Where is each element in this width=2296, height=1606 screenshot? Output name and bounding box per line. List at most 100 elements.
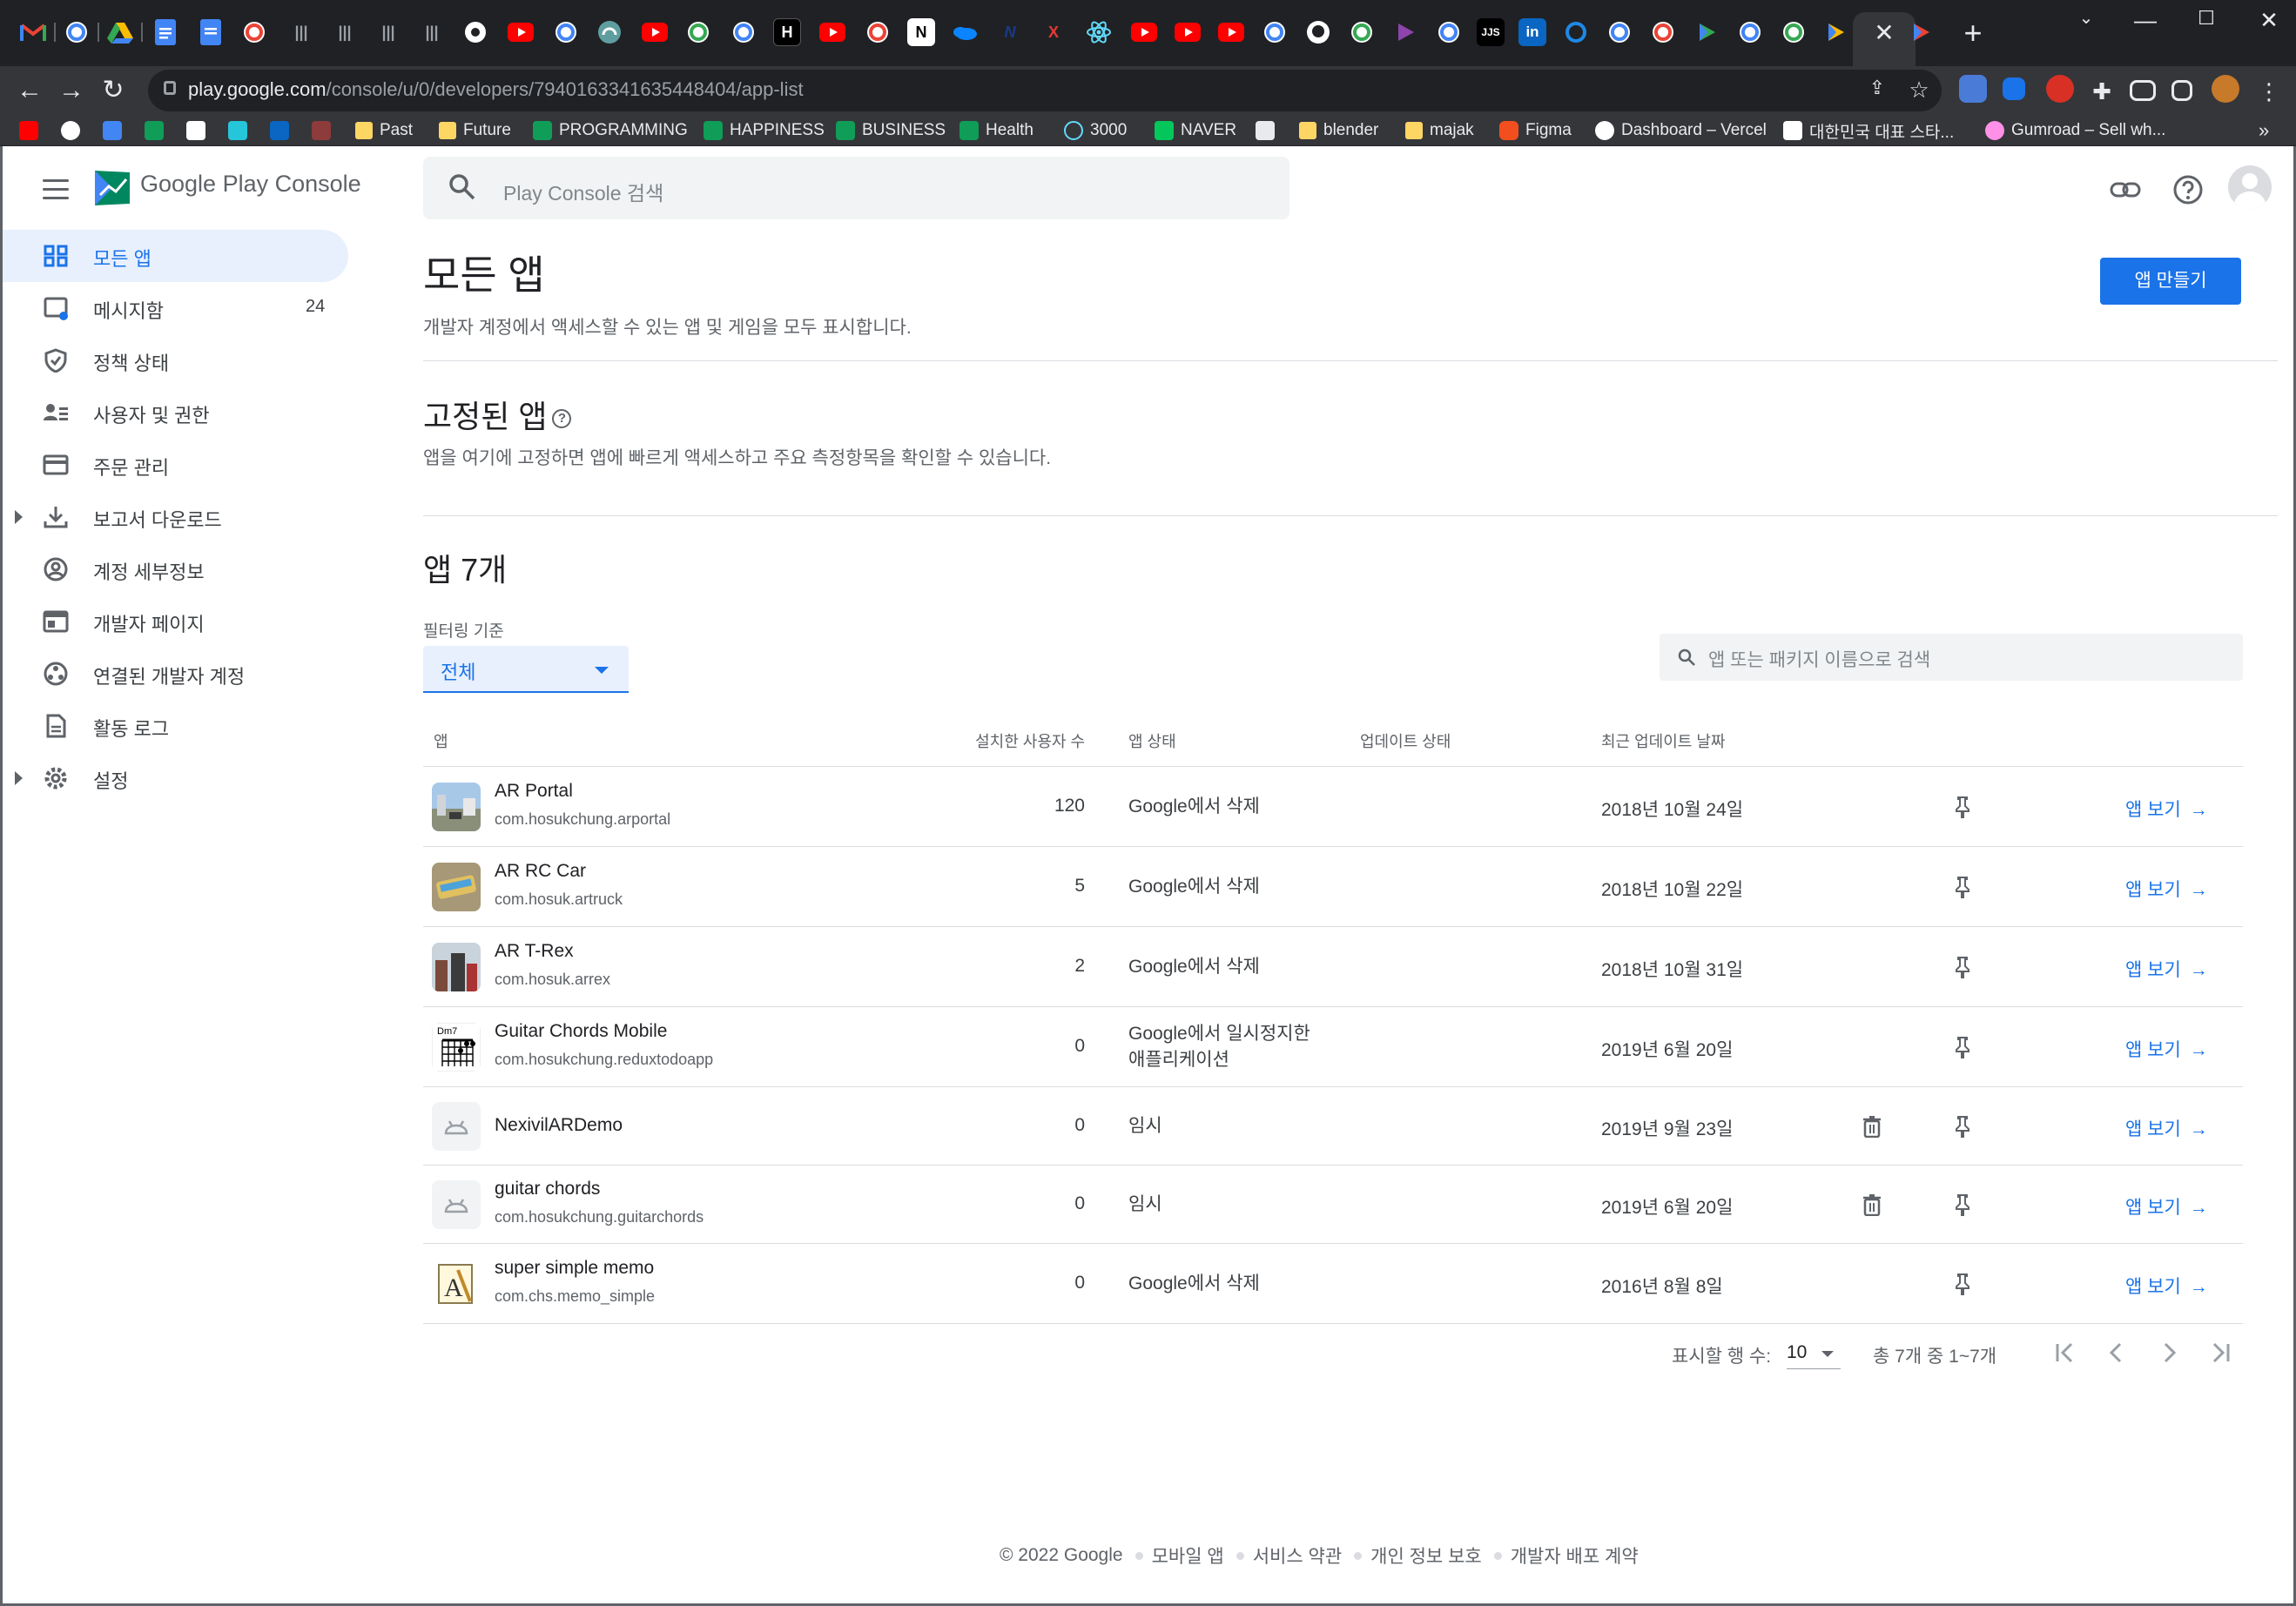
table-row[interactable]: AR Portal com.hosukchung.arportal 120 Googl…: [423, 767, 2243, 847]
sidebar-item-developer-page[interactable]: 개발자 페이지: [3, 595, 351, 648]
google-tab-icon[interactable]: [63, 18, 91, 46]
app-name[interactable]: AR T-Rex: [495, 941, 574, 962]
column-header-app[interactable]: 앱: [434, 729, 448, 752]
cast-icon[interactable]: [2130, 80, 2156, 101]
sidebar-item-account-details[interactable]: 계정 세부정보: [3, 543, 351, 595]
expand-caret-icon[interactable]: [15, 510, 23, 524]
share-icon[interactable]: ⇪: [1863, 77, 1891, 99]
table-row[interactable]: guitar chords com.hosukchung.guitarchords…: [423, 1166, 2243, 1244]
pin-icon[interactable]: [1952, 1193, 1973, 1216]
sidebar-item-all-apps[interactable]: 모든 앱: [3, 230, 348, 282]
menu-icon[interactable]: [43, 179, 69, 200]
delete-icon[interactable]: [1862, 1193, 1882, 1217]
app-search-input[interactable]: 앱 또는 패키지 이름으로 검색: [1660, 634, 2243, 681]
address-bar[interactable]: play.google.com/console/u/0/developers/7…: [148, 70, 1942, 111]
sidebar-item-policy-status[interactable]: 정책 상태: [3, 334, 351, 386]
translate-extension-icon[interactable]: [1959, 75, 1987, 103]
first-page-icon[interactable]: [2047, 1335, 2082, 1370]
google-tab-icon[interactable]: [1780, 18, 1808, 46]
footer-link-privacy[interactable]: 개인 정보 보호: [1370, 1542, 1482, 1569]
bookmark-past[interactable]: Past: [355, 118, 413, 143]
docs-tab-icon[interactable]: [151, 18, 179, 46]
app-name[interactable]: AR RC Car: [495, 861, 586, 882]
view-app-link[interactable]: 앱 보기 →: [2125, 1273, 2208, 1299]
ring-tab-icon[interactable]: [1562, 18, 1590, 46]
column-header-last-updated[interactable]: 최근 업데이트 날짜: [1601, 729, 1725, 752]
google-tab-icon[interactable]: [1606, 18, 1633, 46]
page-bookmark-icon[interactable]: [1256, 121, 1275, 140]
sidebar-item-linked-accounts[interactable]: 연결된 개발자 계정: [3, 648, 351, 700]
bookmark-vercel[interactable]: Dashboard – Vercel: [1595, 118, 1767, 143]
play-tab-icon[interactable]: [1391, 18, 1419, 46]
github-tab-icon[interactable]: [1304, 18, 1332, 46]
google-tab-icon[interactable]: [1736, 18, 1764, 46]
youtube-tab-icon[interactable]: [1217, 18, 1245, 46]
tab-close-icon[interactable]: ✕: [1868, 17, 1900, 49]
youtube-tab-icon[interactable]: [641, 18, 669, 46]
table-row[interactable]: Asuper simple memo com.chs.memo_simple 0 Go…: [423, 1244, 2243, 1324]
youtube-bookmark-icon[interactable]: [19, 121, 38, 140]
sidebar-item-download-reports[interactable]: 보고서 다운로드: [3, 491, 351, 543]
character-bookmark-icon[interactable]: [312, 121, 331, 140]
url-text[interactable]: play.google.com/console/u/0/developers/7…: [188, 78, 804, 101]
footer-link-mobile-app[interactable]: 모바일 앱: [1152, 1542, 1224, 1569]
pin-icon[interactable]: [1952, 876, 1973, 898]
pin-icon[interactable]: [1952, 1273, 1973, 1295]
table-row[interactable]: AR RC Car com.hosuk.artruck 5 Google에서 삭제 20…: [423, 847, 2243, 927]
google-tab-icon[interactable]: [730, 18, 757, 46]
sidebar-item-inbox[interactable]: 메시지함 24: [3, 282, 351, 334]
notion-bookmark-icon[interactable]: [186, 121, 205, 140]
github-bookmark-icon[interactable]: [61, 121, 80, 140]
view-app-link[interactable]: 앱 보기 →: [2125, 876, 2208, 902]
reload-icon[interactable]: ↻: [96, 73, 131, 108]
jjs-tab-icon[interactable]: JJS: [1477, 18, 1505, 46]
sidebar-item-users-permissions[interactable]: 사용자 및 권한: [3, 386, 351, 439]
bookmark-3000[interactable]: 3000: [1064, 118, 1127, 143]
play-console-tab-icon[interactable]: [1821, 18, 1849, 46]
minimize-button[interactable]: —: [2128, 7, 2163, 34]
column-header-installs[interactable]: 설치한 사용자 수: [963, 729, 1085, 752]
arch-bookmark-icon[interactable]: [228, 121, 247, 140]
maximize-button[interactable]: ☐: [2189, 7, 2224, 30]
pin-icon[interactable]: [1952, 956, 1973, 978]
bookmark-happiness[interactable]: HAPPINESS: [704, 118, 825, 143]
bookmark-future[interactable]: Future: [439, 118, 511, 143]
play-console-tab-icon[interactable]: [1693, 18, 1720, 46]
view-app-link[interactable]: 앱 보기 →: [2125, 796, 2208, 822]
app-name[interactable]: guitar chords: [495, 1179, 600, 1199]
column-header-app-status[interactable]: 앱 상태: [1128, 729, 1176, 752]
bookmark-figma[interactable]: Figma: [1499, 118, 1572, 143]
bookmarks-overflow-button[interactable]: »: [2259, 118, 2269, 143]
pin-icon[interactable]: [1952, 1036, 1973, 1058]
help-icon[interactable]: ?: [552, 409, 572, 429]
table-row[interactable]: AR T-Rex com.hosuk.arrex 2 Google에서 삭제 2018년…: [423, 927, 2243, 1007]
filter-select[interactable]: 전체: [423, 646, 629, 693]
app-name[interactable]: AR Portal: [495, 781, 573, 802]
app-name[interactable]: Guitar Chords Mobile: [495, 1021, 667, 1042]
chrome-tab-icon[interactable]: [461, 18, 489, 46]
chrome-menu-icon[interactable]: ⋮: [2255, 78, 2283, 105]
bookmark-business[interactable]: BUSINESS: [836, 118, 946, 143]
account-avatar[interactable]: [2228, 165, 2272, 209]
docs-tab-icon[interactable]: [197, 18, 225, 46]
generic-tab-icon[interactable]: |||: [287, 18, 315, 46]
table-row[interactable]: Dm7 Guitar Chords Mobile com.hosukchung.re…: [423, 1007, 2243, 1087]
react-tab-icon[interactable]: [1085, 18, 1113, 46]
bookmark-naver[interactable]: NAVER: [1155, 118, 1236, 143]
record-extension-icon[interactable]: [2046, 75, 2074, 103]
view-app-link[interactable]: 앱 보기 →: [2125, 956, 2208, 982]
google-tab-icon[interactable]: [1261, 18, 1289, 46]
help-icon[interactable]: [2171, 172, 2205, 207]
sidebar-item-settings[interactable]: 설정: [3, 752, 351, 804]
sidebar-item-order-management[interactable]: 주문 관리: [3, 439, 351, 491]
linkedin-tab-icon[interactable]: in: [1518, 18, 1546, 46]
drive-tab-icon[interactable]: [106, 18, 134, 46]
column-header-update-status[interactable]: 업데이트 상태: [1360, 729, 1451, 752]
forward-icon[interactable]: →: [54, 73, 89, 108]
generic-tab-icon[interactable]: |||: [331, 18, 359, 46]
view-app-link[interactable]: 앱 보기 →: [2125, 1193, 2208, 1220]
docs-bookmark-icon[interactable]: [103, 121, 122, 140]
google-tab-icon[interactable]: [240, 18, 268, 46]
generic-tab-icon[interactable]: |||: [374, 18, 402, 46]
bookmark-gumroad[interactable]: Gumroad – Sell wh...: [1985, 118, 2165, 143]
